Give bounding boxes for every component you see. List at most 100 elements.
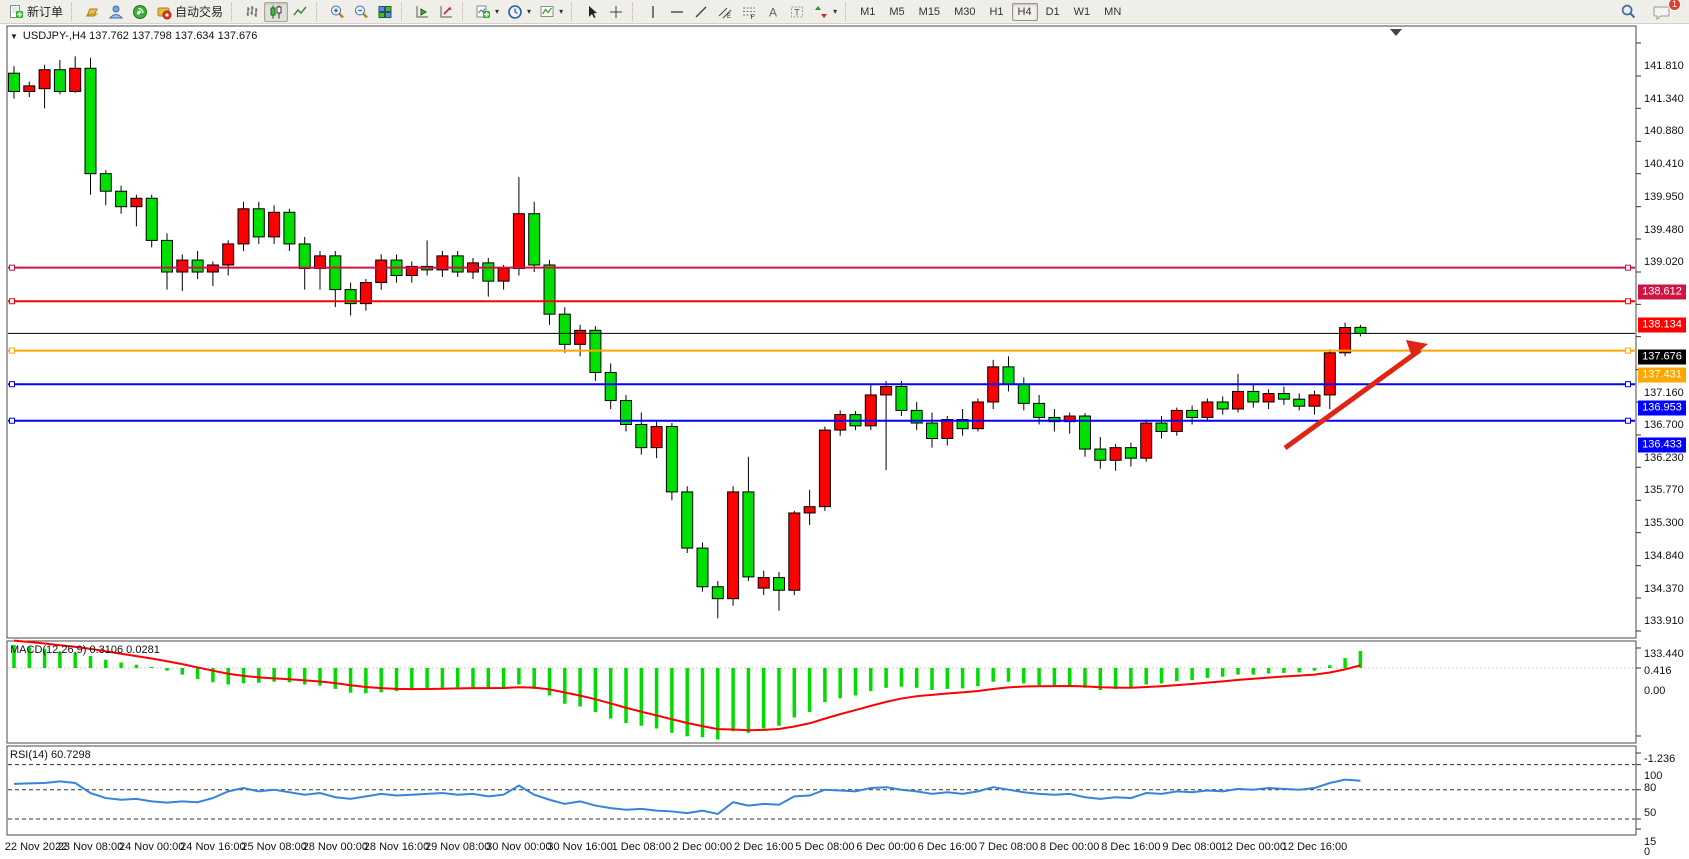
- chart-title[interactable]: ▼ USDJPY-,H4 137.762 137.798 137.634 137…: [10, 30, 257, 42]
- candle-body: [513, 214, 524, 269]
- cursor-tool-button[interactable]: [580, 2, 604, 22]
- line-anchor[interactable]: [10, 418, 15, 423]
- line-anchor[interactable]: [1626, 382, 1631, 387]
- candle-body: [39, 70, 50, 89]
- search-button[interactable]: [1616, 2, 1641, 22]
- price-level-badge: 136.953: [1638, 401, 1686, 416]
- signals-button[interactable]: [128, 2, 152, 22]
- candle-body: [819, 430, 830, 507]
- candle-body: [636, 424, 647, 447]
- time-axis-label: 30 Nov 16:00: [547, 841, 612, 853]
- macd-pane[interactable]: [7, 641, 1636, 743]
- time-axis-label: 1 Dec 08:00: [612, 841, 671, 853]
- symbol-dropdown-icon[interactable]: ▼: [10, 32, 18, 41]
- auto-trading-button[interactable]: 自动交易: [152, 2, 227, 22]
- candle-body: [1095, 449, 1106, 460]
- candlestick-type-button[interactable]: [264, 2, 288, 22]
- add-indicator-button[interactable]: ▾: [471, 2, 503, 22]
- candle-body: [192, 260, 203, 272]
- profiles-icon: [108, 4, 124, 20]
- zoom-in-button[interactable]: [325, 2, 349, 22]
- time-axis-label: 2 Dec 00:00: [673, 841, 732, 853]
- time-axis-label: 5 Dec 08:00: [795, 841, 854, 853]
- timeframe-d1[interactable]: D1: [1040, 3, 1066, 21]
- horizontal-line-tool-button[interactable]: [665, 2, 689, 22]
- periods-clock-icon: [507, 4, 523, 20]
- price-tick: 140.410: [1644, 158, 1684, 170]
- notifications-button[interactable]: 1: [1649, 2, 1675, 22]
- candle-body: [575, 330, 586, 344]
- toolbar-separator: [632, 3, 638, 21]
- arrows-tool-button[interactable]: ▾: [809, 2, 841, 22]
- periods-button[interactable]: ▾: [503, 2, 535, 22]
- zoom-out-button[interactable]: [349, 2, 373, 22]
- macd-tick: -1.236: [1644, 753, 1675, 765]
- candle-body: [651, 427, 662, 448]
- bar-chart-type-button[interactable]: [240, 2, 264, 22]
- toolbar-separator: [462, 3, 468, 21]
- time-axis-label: 28 Nov 16:00: [364, 841, 429, 853]
- auto-trading-label: 自动交易: [175, 3, 223, 20]
- timeframe-m5[interactable]: M5: [883, 3, 910, 21]
- gold-charts-button[interactable]: [80, 2, 104, 22]
- line-anchor[interactable]: [10, 348, 15, 353]
- price-tick: 133.910: [1644, 615, 1684, 627]
- timeframe-h1[interactable]: H1: [983, 3, 1009, 21]
- timeframe-w1[interactable]: W1: [1068, 3, 1097, 21]
- candle-body: [682, 492, 693, 548]
- line-anchor[interactable]: [10, 265, 15, 270]
- rsi-tick: 80: [1644, 782, 1656, 794]
- auto-scroll-button[interactable]: [434, 2, 458, 22]
- line-anchor[interactable]: [1626, 418, 1631, 423]
- tile-windows-button[interactable]: [373, 2, 397, 22]
- time-axis-label: 23 Nov 08:00: [58, 841, 123, 853]
- time-axis-label: 8 Dec 00:00: [1040, 841, 1099, 853]
- price-tick: 136.700: [1644, 419, 1684, 431]
- fibonacci-tool-button[interactable]: F: [737, 2, 761, 22]
- price-tick: 137.160: [1644, 387, 1684, 399]
- time-axis-label: 2 Dec 16:00: [734, 841, 793, 853]
- candle-body: [131, 198, 142, 206]
- shift-chart-end-button[interactable]: [410, 2, 434, 22]
- vertical-line-tool-button[interactable]: [641, 2, 665, 22]
- candle-body: [483, 263, 494, 281]
- timeframe-m1[interactable]: M1: [854, 3, 881, 21]
- svg-text:A: A: [769, 5, 777, 19]
- text-label-tool-button[interactable]: T: [785, 2, 809, 22]
- text-tool-button[interactable]: A: [761, 2, 785, 22]
- trendline-tool-button[interactable]: [689, 2, 713, 22]
- candle-body: [498, 269, 509, 282]
- main-pane[interactable]: [7, 26, 1636, 638]
- candle-body: [1125, 448, 1136, 459]
- candle-body: [666, 427, 677, 492]
- candle-body: [1110, 448, 1121, 461]
- toolbar-separator: [231, 3, 237, 21]
- candle-body: [942, 420, 953, 439]
- equidistant-channel-tool-button[interactable]: E: [713, 2, 737, 22]
- crosshair-tool-button[interactable]: [604, 2, 628, 22]
- chevron-down-icon: ▾: [527, 7, 531, 16]
- rsi-indicator-label: RSI(14) 60.7298: [10, 749, 91, 761]
- time-axis-label: 28 Nov 00:00: [303, 841, 368, 853]
- timeframe-m15[interactable]: M15: [913, 3, 946, 21]
- candle-body: [1233, 391, 1244, 409]
- rsi-tick: 100: [1644, 770, 1662, 782]
- line-anchor[interactable]: [1626, 299, 1631, 304]
- chart-templates-button[interactable]: ▾: [535, 2, 567, 22]
- timeframe-mn[interactable]: MN: [1098, 3, 1127, 21]
- line-anchor[interactable]: [1626, 348, 1631, 353]
- profiles-button[interactable]: [104, 2, 128, 22]
- timeframe-m30[interactable]: M30: [948, 3, 981, 21]
- timeframe-h4[interactable]: H4: [1012, 3, 1038, 21]
- candle-body: [1217, 402, 1228, 409]
- line-anchor[interactable]: [10, 299, 15, 304]
- line-chart-type-button[interactable]: [288, 2, 312, 22]
- time-axis-label: 8 Dec 16:00: [1101, 841, 1160, 853]
- line-anchor[interactable]: [10, 382, 15, 387]
- candle-body: [146, 198, 157, 240]
- line-anchor[interactable]: [1626, 265, 1631, 270]
- new-order-button[interactable]: 新订单: [4, 2, 67, 22]
- chart-window[interactable]: ▼ USDJPY-,H4 137.762 137.798 137.634 137…: [0, 24, 1689, 859]
- chart-plot[interactable]: [0, 0, 1689, 859]
- candle-body: [1156, 423, 1167, 431]
